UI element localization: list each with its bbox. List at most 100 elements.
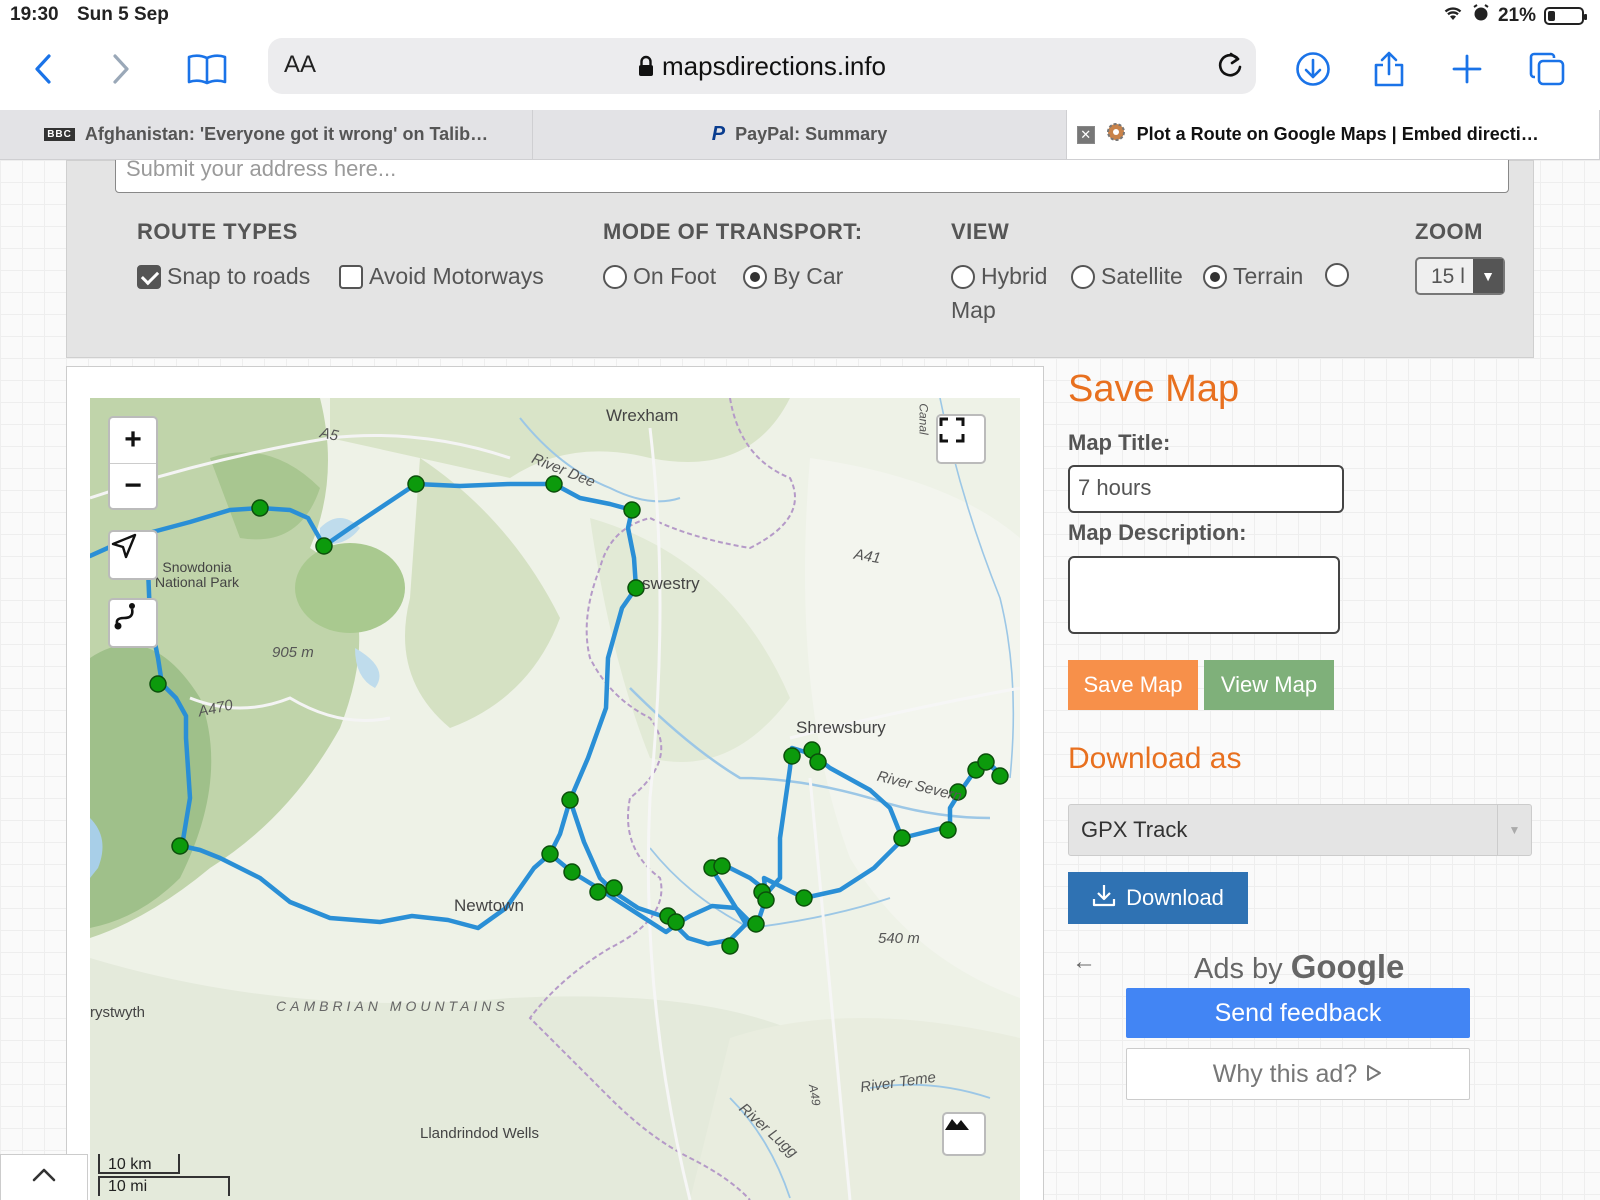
gear-favicon-icon bbox=[1105, 121, 1127, 148]
map-label-a5: A5 bbox=[318, 424, 340, 445]
route-waypoint[interactable] bbox=[563, 863, 581, 881]
avoid-motorways-label: Avoid Motorways bbox=[369, 263, 544, 289]
hybrid-label: Hybrid bbox=[981, 263, 1048, 289]
save-map-panel: Save Map Map Title: 7 hours Map Descript… bbox=[1068, 160, 1568, 1200]
lock-icon bbox=[638, 53, 654, 84]
route-map[interactable]: Wrexham A5 River Dee Snowdonia National … bbox=[90, 398, 1020, 1200]
tab-bar: BBC Afghanistan: 'Everyone got it wrong'… bbox=[0, 110, 1600, 160]
why-this-ad-button[interactable]: Why this ad? bbox=[1126, 1048, 1470, 1100]
route-waypoint[interactable] bbox=[171, 837, 189, 855]
route-waypoint[interactable] bbox=[541, 845, 559, 863]
fullscreen-icon[interactable] bbox=[936, 414, 986, 464]
map-label-aberystwyth: rystwyth bbox=[90, 1004, 146, 1021]
route-waypoint[interactable] bbox=[809, 753, 827, 771]
reload-icon[interactable] bbox=[1216, 50, 1244, 85]
new-tab-icon[interactable] bbox=[1442, 44, 1492, 94]
route-waypoint[interactable] bbox=[783, 747, 801, 765]
route-waypoint[interactable] bbox=[315, 537, 333, 555]
url-display: mapsdirections.info bbox=[268, 51, 1256, 84]
avoid-motorways-option[interactable]: Avoid Motorways bbox=[339, 263, 544, 290]
download-button[interactable]: Download bbox=[1068, 872, 1248, 924]
map-description-input[interactable] bbox=[1068, 556, 1340, 634]
route-waypoint[interactable] bbox=[605, 879, 623, 897]
address-bar[interactable]: AA mapsdirections.info bbox=[268, 38, 1256, 94]
save-map-button[interactable]: Save Map bbox=[1068, 660, 1198, 710]
route-types-heading: ROUTE TYPES bbox=[137, 219, 298, 244]
route-waypoint[interactable] bbox=[667, 913, 685, 931]
route-waypoint[interactable] bbox=[757, 891, 775, 909]
ads-by-text: Ads by bbox=[1194, 953, 1283, 985]
route-waypoint[interactable] bbox=[407, 475, 425, 493]
map-title-input[interactable]: 7 hours bbox=[1068, 465, 1344, 513]
route-waypoint[interactable] bbox=[795, 889, 813, 907]
address-placeholder: Submit your address here... bbox=[126, 160, 397, 181]
route-waypoint[interactable] bbox=[991, 767, 1009, 785]
map-label-shrewsbury: Shrewsbury bbox=[796, 718, 886, 737]
tab-label: Plot a Route on Google Maps | Embed dire… bbox=[1136, 124, 1539, 144]
locate-icon[interactable] bbox=[108, 530, 158, 580]
map-label-wrexham: Wrexham bbox=[606, 406, 679, 425]
snap-to-roads-option[interactable]: Snap to roads bbox=[137, 263, 310, 290]
google-logo: Google bbox=[1290, 948, 1405, 985]
route-waypoint[interactable] bbox=[623, 501, 641, 519]
hybrid-option[interactable]: Hybrid bbox=[951, 263, 1047, 290]
download-heading: Download as bbox=[1068, 742, 1242, 775]
map-label-cambrian-mountains: CAMBRIAN MOUNTAINS bbox=[276, 998, 509, 1014]
route-waypoint[interactable] bbox=[939, 821, 957, 839]
route-waypoint[interactable] bbox=[977, 753, 995, 771]
send-feedback-button[interactable]: Send feedback bbox=[1126, 988, 1470, 1038]
download-label: Download bbox=[1126, 885, 1224, 910]
by-car-option[interactable]: By Car bbox=[743, 263, 843, 290]
url-text: mapsdirections.info bbox=[662, 51, 886, 81]
map-label-newtown: Newtown bbox=[454, 896, 524, 915]
route-waypoint[interactable] bbox=[251, 499, 269, 517]
route-waypoint[interactable] bbox=[713, 857, 731, 875]
route-waypoint[interactable] bbox=[747, 915, 765, 933]
zoom-in-icon[interactable]: + bbox=[124, 418, 142, 463]
download-format-value: GPX Track bbox=[1081, 817, 1188, 842]
tab-bbc[interactable]: BBC Afghanistan: 'Everyone got it wrong'… bbox=[0, 110, 534, 159]
download-format-select[interactable]: GPX Track ▼ bbox=[1068, 804, 1532, 856]
on-foot-radio[interactable] bbox=[603, 264, 627, 289]
by-car-radio[interactable] bbox=[743, 264, 767, 289]
close-tab-icon[interactable]: ✕ bbox=[1076, 125, 1095, 144]
status-time: 19:30 bbox=[10, 4, 59, 25]
snap-to-roads-checkbox[interactable] bbox=[137, 264, 161, 289]
bbc-icon: BBC bbox=[44, 128, 75, 141]
avoid-motorways-checkbox[interactable] bbox=[339, 264, 363, 289]
tab-paypal[interactable]: P PayPal: Summary bbox=[533, 110, 1067, 159]
map-label-elevation-540: 540 m bbox=[878, 930, 920, 947]
collapse-toolbar-button[interactable] bbox=[0, 1154, 88, 1200]
page-content: Submit your address here... ROUTE TYPES … bbox=[0, 160, 1600, 1200]
route-waypoint[interactable] bbox=[721, 937, 739, 955]
on-foot-label: On Foot bbox=[633, 263, 717, 289]
battery-percent: 21% bbox=[1497, 5, 1536, 26]
snap-to-roads-label: Snap to roads bbox=[167, 263, 311, 289]
back-icon[interactable] bbox=[18, 44, 68, 94]
map-title-label: Map Title: bbox=[1068, 430, 1171, 455]
ads-by-google: Ads by Google bbox=[1194, 948, 1404, 986]
terrain-layer-icon[interactable] bbox=[942, 1112, 986, 1156]
tab-overview-icon[interactable] bbox=[1522, 44, 1572, 94]
back-arrow-icon[interactable]: ← bbox=[1072, 948, 1096, 976]
forward-icon[interactable] bbox=[96, 44, 146, 94]
on-foot-option[interactable]: On Foot bbox=[603, 263, 716, 290]
chevron-up-icon bbox=[32, 1168, 56, 1187]
route-waypoint[interactable] bbox=[589, 883, 607, 901]
hybrid-radio[interactable] bbox=[951, 264, 975, 289]
share-icon[interactable] bbox=[1364, 44, 1414, 94]
map-description-label: Map Description: bbox=[1068, 520, 1247, 545]
map-label-llandrindod: Llandrindod Wells bbox=[420, 1125, 539, 1142]
tab-mapsdirections[interactable]: ✕ Plot a Route on Google Maps | Embed di… bbox=[1066, 110, 1600, 159]
route-waypoint[interactable] bbox=[561, 791, 579, 809]
map-label-oswestry: swestry bbox=[642, 574, 700, 593]
route-waypoint[interactable] bbox=[149, 675, 167, 693]
draw-route-icon[interactable] bbox=[108, 598, 158, 648]
downloads-icon[interactable] bbox=[1288, 44, 1338, 94]
view-map-button[interactable]: View Map bbox=[1204, 660, 1334, 710]
why-this-ad-label: Why this ad? bbox=[1212, 1059, 1358, 1088]
route-waypoint[interactable] bbox=[893, 829, 911, 847]
bookmarks-icon[interactable] bbox=[182, 44, 232, 94]
battery-icon bbox=[1544, 7, 1587, 25]
zoom-out-icon[interactable]: − bbox=[124, 464, 142, 509]
